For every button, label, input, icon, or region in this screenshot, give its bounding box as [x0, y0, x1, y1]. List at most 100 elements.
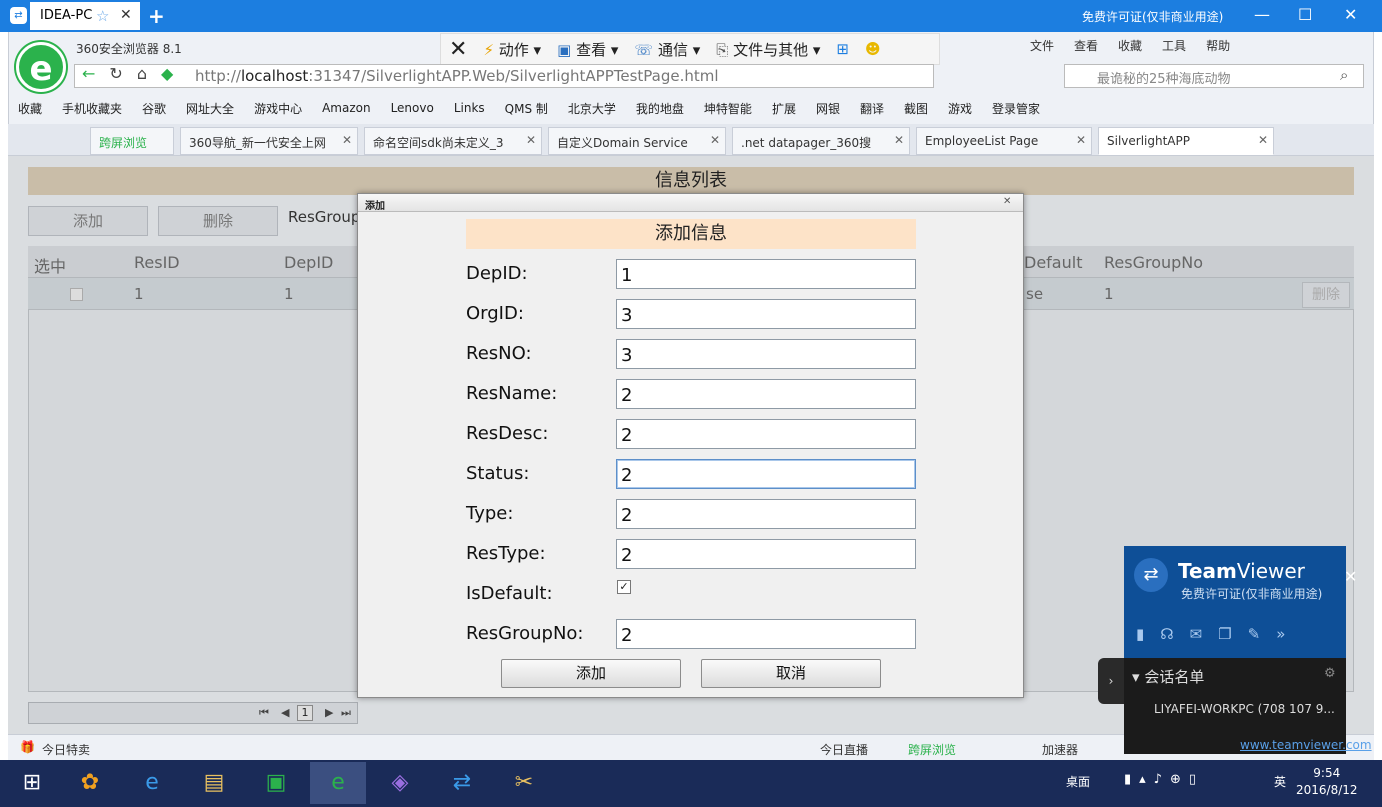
- fav-extra[interactable]: 网银: [816, 100, 840, 117]
- status-cross-screen[interactable]: 跨屏浏览: [908, 741, 956, 758]
- fav-item[interactable]: 谷歌: [142, 100, 166, 117]
- type-input[interactable]: 2: [616, 499, 916, 529]
- resno-input[interactable]: 3: [616, 339, 916, 369]
- browser-360-icon[interactable]: e: [310, 762, 366, 804]
- visual-studio-icon[interactable]: ◈: [372, 762, 428, 804]
- session-item[interactable]: LIYAFEI-WORKPC (708 107 9...: [1154, 702, 1335, 716]
- fav-item[interactable]: 网址大全: [186, 100, 234, 117]
- files-menu[interactable]: ⎘ 文件与其他 ▾: [716, 39, 820, 60]
- status-deals[interactable]: 今日特卖: [42, 741, 90, 758]
- fav-item[interactable]: 我的地盘: [636, 100, 684, 117]
- close-button[interactable]: ✕: [1344, 5, 1357, 24]
- fav-item[interactable]: 坤特智能: [704, 100, 752, 117]
- col-header-resid[interactable]: ResID: [134, 253, 180, 272]
- status-live[interactable]: 今日直播: [820, 741, 868, 758]
- orgid-input[interactable]: 3: [616, 299, 916, 329]
- teamviewer-icon[interactable]: ⇄: [434, 762, 490, 804]
- fav-extra[interactable]: 游戏: [948, 100, 972, 117]
- close-icon[interactable]: ✕: [120, 7, 132, 23]
- close-icon[interactable]: ✕: [1003, 196, 1011, 207]
- minimize-button[interactable]: —: [1254, 5, 1270, 24]
- more-icon[interactable]: »: [1276, 625, 1285, 643]
- dialog-cancel-button[interactable]: 取消: [701, 659, 881, 688]
- col-header-resgroupno[interactable]: ResGroupNo: [1104, 253, 1203, 272]
- store-icon[interactable]: ▣: [248, 762, 304, 804]
- tab-360-nav[interactable]: 360导航_新一代安全上网 ✕: [180, 127, 358, 155]
- row-delete-button[interactable]: 删除: [1302, 282, 1350, 308]
- close-icon[interactable]: ✕: [894, 133, 904, 147]
- search-input[interactable]: 最诡秘的25种海底动物: [1064, 64, 1364, 88]
- isdefault-checkbox[interactable]: ✓: [617, 580, 631, 594]
- depid-input[interactable]: 1: [616, 259, 916, 289]
- explorer-icon[interactable]: ▤: [186, 762, 242, 804]
- last-page-icon[interactable]: ⏭: [341, 706, 351, 720]
- status-accelerator[interactable]: 加速器: [1042, 741, 1078, 758]
- fav-item[interactable]: Lenovo: [391, 101, 434, 115]
- chevron-right-icon[interactable]: ›: [1098, 658, 1124, 704]
- reload-icon[interactable]: ↻: [109, 64, 122, 83]
- close-icon[interactable]: ✕: [1076, 133, 1086, 147]
- close-icon[interactable]: ✕: [1258, 133, 1268, 147]
- restype-input[interactable]: 2: [616, 539, 916, 569]
- pen-icon[interactable]: ✎: [1248, 625, 1261, 643]
- close-icon[interactable]: ✕: [710, 133, 720, 147]
- tab-cross-screen[interactable]: 跨屏浏览: [90, 127, 174, 155]
- app-icon[interactable]: ✿: [62, 762, 118, 804]
- tab-employee-list[interactable]: EmployeeList Page ✕: [916, 127, 1092, 155]
- dialog-add-button[interactable]: 添加: [501, 659, 681, 688]
- star-icon[interactable]: ☆: [96, 7, 109, 25]
- close-icon[interactable]: ✕: [449, 37, 467, 62]
- tab-silverlight-app[interactable]: SilverlightAPP ✕: [1098, 127, 1274, 155]
- fav-item[interactable]: QMS 制: [505, 100, 548, 117]
- fav-item[interactable]: 北京大学: [568, 100, 616, 117]
- ime-indicator[interactable]: 英: [1274, 773, 1286, 790]
- menu-help[interactable]: 帮助: [1206, 37, 1230, 54]
- remote-session-tab[interactable]: IDEA-PC ☆ ✕: [30, 2, 140, 30]
- col-header-depid[interactable]: DepID: [284, 253, 333, 272]
- view-menu[interactable]: ▣ 查看 ▾: [557, 39, 618, 60]
- teamviewer-link[interactable]: www.teamviewer.com: [1240, 738, 1372, 752]
- files-icon[interactable]: ❐: [1218, 625, 1231, 643]
- fav-extra[interactable]: 截图: [904, 100, 928, 117]
- menu-file[interactable]: 文件: [1030, 37, 1054, 54]
- col-header-default[interactable]: Default: [1024, 253, 1082, 272]
- tab-datapager[interactable]: .net datapager_360搜 ✕: [732, 127, 910, 155]
- home-icon[interactable]: ⌂: [137, 64, 147, 83]
- resgroupno-input[interactable]: 2: [616, 619, 916, 649]
- tab-namespace[interactable]: 命名空间sdk尚未定义_3 ✕: [364, 127, 542, 155]
- close-icon[interactable]: ✕: [1344, 567, 1357, 586]
- tray-icons[interactable]: ▮▴♪⊕▯: [1124, 772, 1204, 787]
- ie-icon[interactable]: e: [124, 762, 180, 804]
- maximize-button[interactable]: ☐: [1298, 5, 1312, 24]
- menu-tools[interactable]: 工具: [1162, 37, 1186, 54]
- fav-item[interactable]: 游戏中心: [254, 100, 302, 117]
- dialog-title-bar[interactable]: [358, 194, 1023, 212]
- close-icon[interactable]: ✕: [526, 133, 536, 147]
- next-page-icon[interactable]: ▶: [325, 706, 333, 719]
- action-menu[interactable]: ⚡ 动作 ▾: [483, 39, 541, 60]
- back-icon[interactable]: ←: [82, 64, 95, 83]
- first-page-icon[interactable]: ⏮: [259, 706, 269, 720]
- prev-page-icon[interactable]: ◀: [281, 706, 289, 719]
- gear-icon[interactable]: ⚙: [1324, 666, 1336, 681]
- address-bar[interactable]: http://localhost:31347/SilverlightAPP.We…: [74, 64, 934, 88]
- search-icon[interactable]: ⌕: [1340, 66, 1348, 84]
- close-icon[interactable]: ✕: [342, 133, 352, 147]
- add-button[interactable]: 添加: [28, 206, 148, 236]
- status-input[interactable]: 2: [616, 459, 916, 489]
- fav-extra[interactable]: 登录管家: [992, 100, 1040, 117]
- camera-icon[interactable]: ▮: [1136, 625, 1144, 643]
- start-button[interactable]: ⊞: [4, 762, 60, 804]
- menu-view[interactable]: 查看: [1074, 37, 1098, 54]
- tab-domain-service[interactable]: 自定义Domain Service ✕: [548, 127, 726, 155]
- resdesc-input[interactable]: 2: [616, 419, 916, 449]
- desktop-label[interactable]: 桌面: [1066, 773, 1090, 790]
- chat-icon[interactable]: ✉: [1190, 625, 1203, 643]
- col-header-select[interactable]: 选中: [34, 253, 66, 277]
- tools-icon[interactable]: ✂: [496, 762, 552, 804]
- delete-button[interactable]: 删除: [158, 206, 278, 236]
- fav-extra[interactable]: 翻译: [860, 100, 884, 117]
- fav-item[interactable]: 手机收藏夹: [62, 100, 122, 117]
- clock[interactable]: 9:54 2016/8/12: [1296, 765, 1358, 799]
- page-number[interactable]: 1: [297, 705, 313, 721]
